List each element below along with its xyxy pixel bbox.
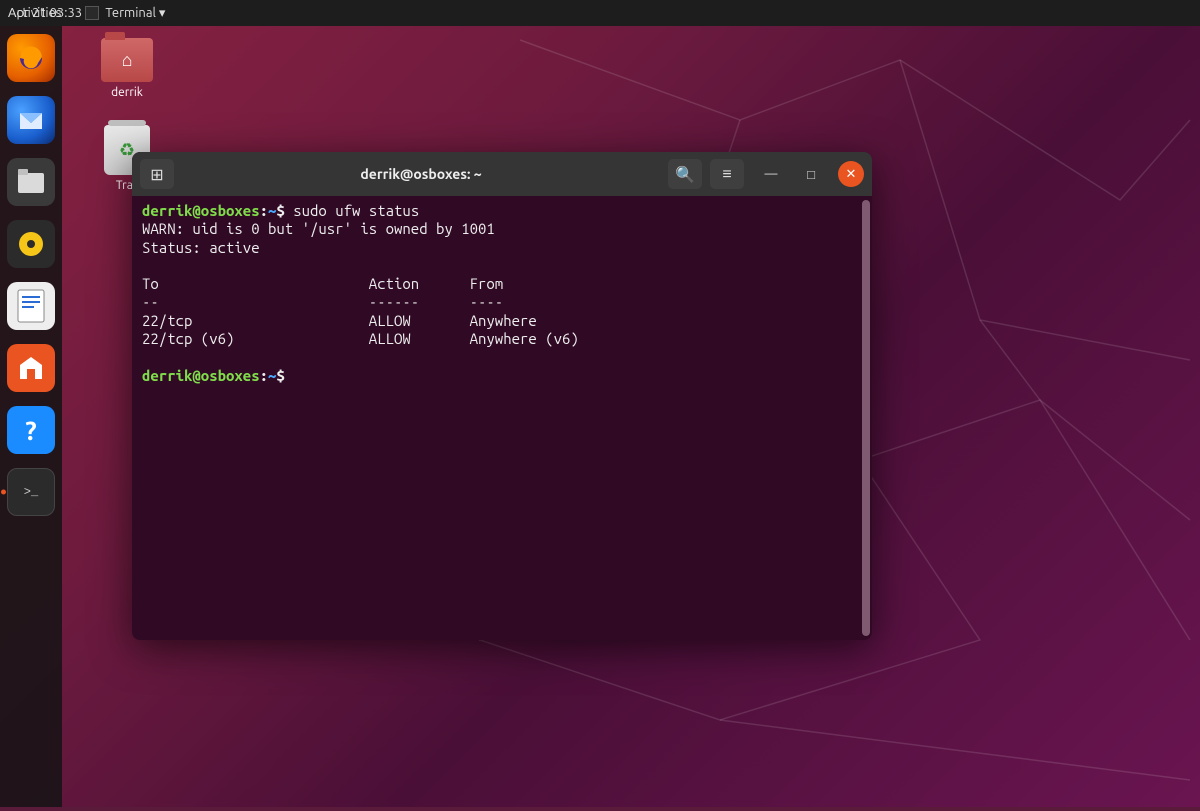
close-button[interactable]: ✕ (838, 161, 864, 187)
terminal-body[interactable]: derrik@osboxes:~$ sudo ufw status WARN: … (132, 196, 872, 640)
output-header: To Action From (142, 275, 503, 292)
prompt-sym: $ (276, 202, 284, 219)
terminal-title: derrik@osboxes: ~ (182, 166, 660, 182)
terminal-icon: >_ (24, 485, 38, 499)
prompt-sym: $ (276, 367, 284, 384)
terminal-titlebar[interactable]: ⊞ derrik@osboxes: ~ 🔍 ≡ — □ ✕ (132, 152, 872, 196)
dock: ? >_ (0, 26, 62, 807)
dock-rhythmbox[interactable] (7, 220, 55, 268)
maximize-button[interactable]: □ (798, 161, 824, 187)
clock[interactable]: Apr 21 03:33 (8, 6, 82, 20)
hamburger-menu-button[interactable]: ≡ (710, 159, 744, 189)
dock-files[interactable] (7, 158, 55, 206)
terminal-scrollbar[interactable] (862, 200, 870, 636)
terminal-window: ⊞ derrik@osboxes: ~ 🔍 ≡ — □ ✕ derrik@osb… (132, 152, 872, 640)
app-menu[interactable]: Terminal ▾ (85, 6, 165, 21)
new-tab-button[interactable]: ⊞ (140, 159, 174, 189)
minimize-button[interactable]: — (758, 161, 784, 187)
hamburger-icon: ≡ (722, 165, 731, 184)
gnome-topbar: Activities Terminal ▾ Apr 21 03:33 (0, 0, 1200, 26)
output-warn: WARN: uid is 0 but '/usr' is owned by 10… (142, 220, 495, 237)
prompt-sep: : (260, 367, 268, 384)
close-icon: ✕ (846, 167, 857, 182)
help-icon: ? (25, 416, 36, 445)
minimize-icon: — (765, 167, 778, 181)
dock-help[interactable]: ? (7, 406, 55, 454)
output-status: Status: active (142, 239, 260, 256)
command-1: sudo ufw status (293, 202, 419, 219)
output-row-2: 22/tcp (v6) ALLOW Anywhere (v6) (142, 330, 579, 347)
prompt-sep: : (260, 202, 268, 219)
output-header-sep: -- ------ ---- (142, 293, 503, 310)
app-menu-label: Terminal ▾ (105, 6, 165, 21)
desktop-home-folder[interactable]: ⌂ derrik (90, 38, 164, 99)
dock-terminal[interactable]: >_ (7, 468, 55, 516)
output-row-1: 22/tcp ALLOW Anywhere (142, 312, 537, 329)
search-icon: 🔍 (675, 165, 695, 184)
dock-firefox[interactable] (7, 34, 55, 82)
desktop-home-label: derrik (111, 86, 143, 99)
dock-ubuntu-software[interactable] (7, 344, 55, 392)
dock-libreoffice-writer[interactable] (7, 282, 55, 330)
prompt-user: derrik@osboxes (142, 202, 260, 219)
dock-thunderbird[interactable] (7, 96, 55, 144)
new-tab-icon: ⊞ (150, 165, 163, 184)
prompt-user: derrik@osboxes (142, 367, 260, 384)
terminal-icon (85, 6, 99, 20)
folder-icon: ⌂ (101, 38, 153, 82)
maximize-icon: □ (807, 167, 815, 182)
search-button[interactable]: 🔍 (668, 159, 702, 189)
